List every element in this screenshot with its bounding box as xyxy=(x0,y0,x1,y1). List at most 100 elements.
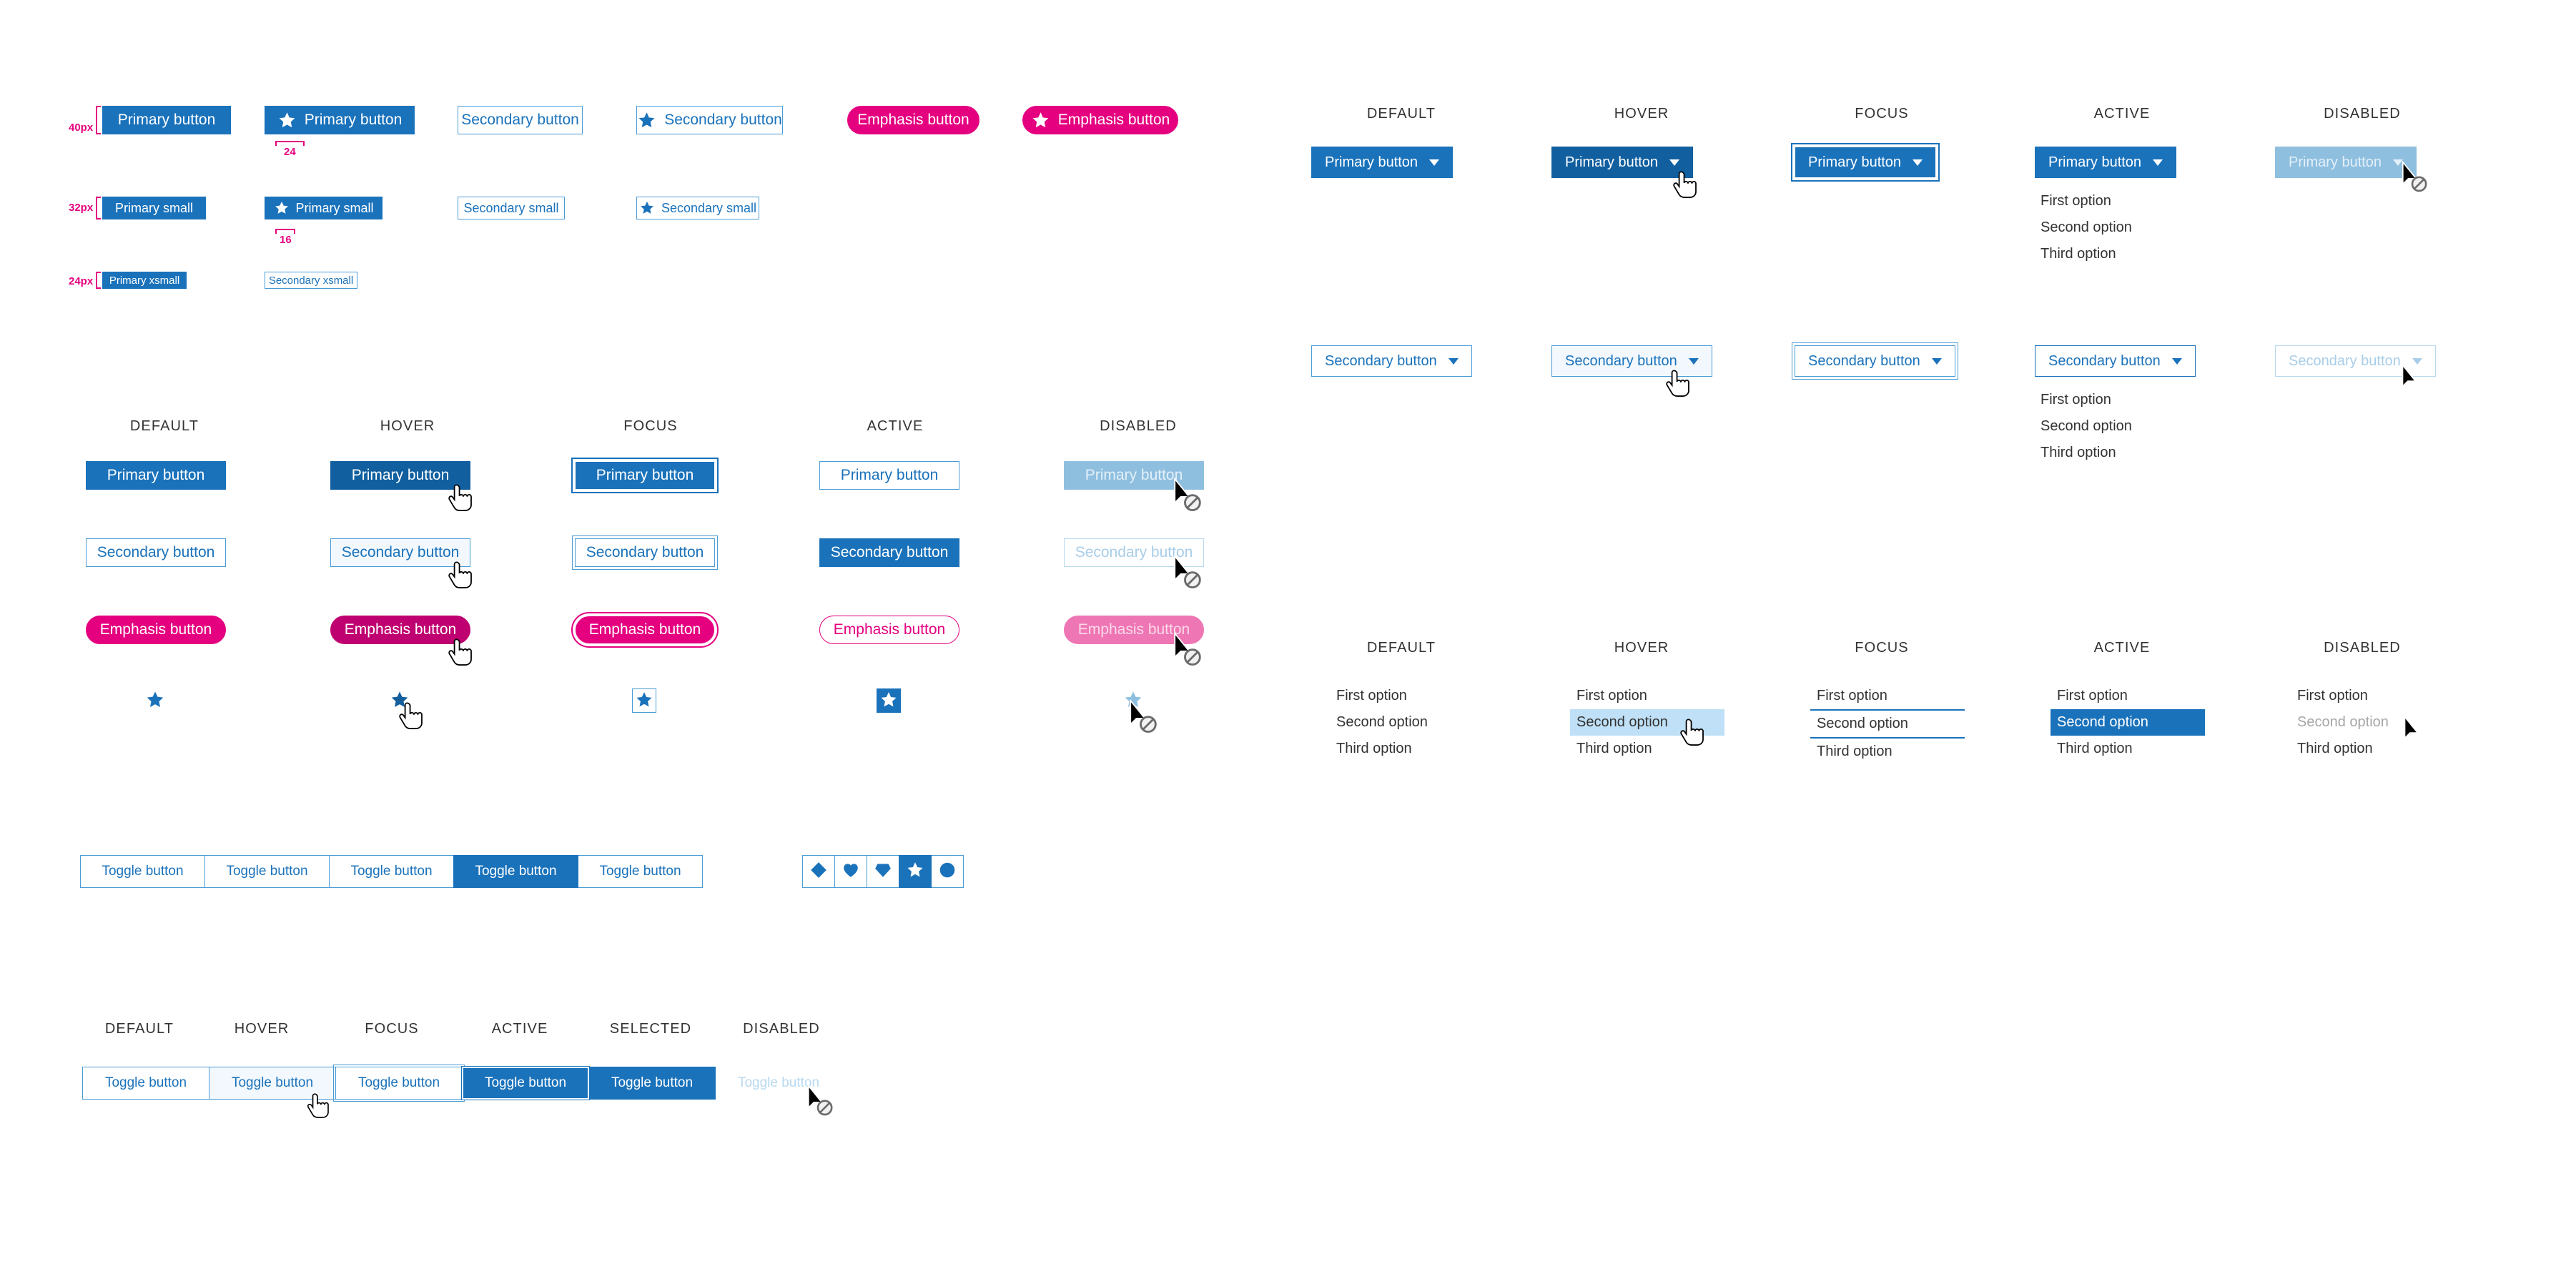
secondary-dropdown-focus[interactable]: Secondary button xyxy=(1792,342,1958,380)
option-second[interactable]: Second option xyxy=(2039,214,2193,241)
option-third[interactable]: Third option xyxy=(2051,736,2205,762)
star-icon-button-active[interactable] xyxy=(877,688,901,713)
primary-button-hover[interactable]: Primary button xyxy=(330,461,470,490)
secondary-dropdown-active-options[interactable]: First option Second option Third option xyxy=(2039,387,2193,466)
measure-bracket-24 xyxy=(96,272,101,289)
option-first[interactable]: First option xyxy=(2291,683,2445,709)
star-icon-button-hover[interactable] xyxy=(388,688,412,713)
secondary-button-focus-label: Secondary button xyxy=(586,544,704,561)
secondary-dropdown-focus-label: Secondary button xyxy=(1808,352,1920,369)
secondary-small-icon-label: Secondary small xyxy=(661,200,757,215)
toggle-button-3[interactable]: Toggle button xyxy=(329,855,454,888)
emphasis-button-focus[interactable]: Emphasis button xyxy=(571,612,719,648)
primary-dropdown-active[interactable]: Primary button xyxy=(2035,147,2177,178)
secondary-dropdown-disabled: Secondary button xyxy=(2275,345,2436,377)
caret-down-icon xyxy=(1931,357,1942,365)
secondary-button-active[interactable]: Secondary button xyxy=(819,538,959,567)
option-third[interactable]: Third option xyxy=(2039,241,2193,267)
secondary-button-40[interactable]: Secondary button xyxy=(458,106,583,134)
toggle-button-state-focus[interactable]: Toggle button xyxy=(333,1065,465,1102)
option-list-active[interactable]: First option Second option Third option xyxy=(2051,683,2205,762)
primary-button-focus[interactable]: Primary button xyxy=(571,458,719,493)
option-second[interactable]: Second option xyxy=(1570,709,1724,736)
option-third[interactable]: Third option xyxy=(1570,736,1724,762)
option-first[interactable]: First option xyxy=(2039,188,2193,214)
toggle-button-state-selected[interactable]: Toggle button xyxy=(588,1067,716,1100)
option-third[interactable]: Third option xyxy=(2039,440,2193,466)
option-first[interactable]: First option xyxy=(1330,683,1484,709)
secondary-xsmall[interactable]: Secondary xsmall xyxy=(265,272,357,289)
option-first[interactable]: First option xyxy=(1810,683,1965,709)
primary-xsmall[interactable]: Primary xsmall xyxy=(102,272,187,289)
toggle-button-state-active[interactable]: Toggle button xyxy=(461,1066,590,1100)
emphasis-button-active[interactable]: Emphasis button xyxy=(819,616,959,644)
icon-toggle-gem[interactable] xyxy=(867,855,899,888)
option-second[interactable]: Second option xyxy=(1330,709,1484,736)
star-icon-button-default[interactable] xyxy=(143,688,167,713)
toggle-state-header-focus: FOCUS xyxy=(365,1021,419,1037)
secondary-button-40-label: Secondary button xyxy=(461,112,579,128)
star-icon-button-focus[interactable] xyxy=(632,688,656,713)
secondary-dropdown-default[interactable]: Secondary button xyxy=(1311,345,1472,377)
toggle-button-state-selected-label: Toggle button xyxy=(611,1075,694,1090)
primary-dropdown-hover[interactable]: Primary button xyxy=(1551,147,1694,178)
star-icon xyxy=(145,690,165,712)
primary-dropdown-focus[interactable]: Primary button xyxy=(1790,143,1940,182)
option-third[interactable]: Third option xyxy=(2291,736,2445,762)
secondary-button-default[interactable]: Secondary button xyxy=(86,538,226,567)
option-first[interactable]: First option xyxy=(2051,683,2205,709)
icon-toggle-star[interactable] xyxy=(899,855,932,888)
toggle-button-state-group[interactable]: Toggle button Toggle button Toggle butto… xyxy=(82,1065,842,1102)
primary-button-default[interactable]: Primary button xyxy=(86,461,226,490)
icon-toggle-circle[interactable] xyxy=(931,855,964,888)
toggle-button-4[interactable]: Toggle button xyxy=(453,855,578,888)
primary-dropdown-active-options[interactable]: First option Second option Third option xyxy=(2039,188,2193,267)
toggle-button-state-default[interactable]: Toggle button xyxy=(82,1067,209,1100)
toggle-button-2-label: Toggle button xyxy=(226,864,308,879)
option-first[interactable]: First option xyxy=(2039,387,2193,413)
secondary-button-focus[interactable]: Secondary button xyxy=(572,535,718,570)
toggle-button-state-hover[interactable]: Toggle button xyxy=(209,1067,336,1100)
emphasis-button-40-label: Emphasis button xyxy=(857,112,969,128)
secondary-dropdown-active[interactable]: Secondary button xyxy=(2035,345,2196,377)
emphasis-button-40[interactable]: Emphasis button xyxy=(847,106,979,134)
secondary-button-40-icon[interactable]: Secondary button xyxy=(636,106,783,134)
option-second[interactable]: Second option xyxy=(2039,413,2193,440)
state-header-focus: FOCUS xyxy=(623,418,678,434)
secondary-small[interactable]: Secondary small xyxy=(458,197,565,219)
toggle-button-5[interactable]: Toggle button xyxy=(578,855,703,888)
icon-toggle-heart[interactable] xyxy=(834,855,867,888)
toggle-button-group[interactable]: Toggle button Toggle button Toggle butto… xyxy=(80,855,703,888)
icon-toggle-diamond[interactable] xyxy=(802,855,835,888)
emphasis-button-default[interactable]: Emphasis button xyxy=(86,616,226,644)
option-second[interactable]: Second option xyxy=(1810,709,1965,739)
circle-icon xyxy=(938,861,957,883)
emphasis-button-hover[interactable]: Emphasis button xyxy=(330,616,470,644)
primary-small[interactable]: Primary small xyxy=(102,197,206,219)
emphasis-button-40-icon[interactable]: Emphasis button xyxy=(1022,106,1178,134)
secondary-small-label: Secondary small xyxy=(463,200,559,215)
primary-dropdown-default[interactable]: Primary button xyxy=(1311,147,1454,178)
option-list-focus[interactable]: First option Second option Third option xyxy=(1810,683,1965,765)
toggle-button-1[interactable]: Toggle button xyxy=(80,855,205,888)
measure-bracket-32 xyxy=(96,197,101,219)
option-third[interactable]: Third option xyxy=(1810,739,1965,765)
option-state-header-focus: FOCUS xyxy=(1855,640,1909,656)
icon-toggle-group[interactable] xyxy=(802,855,964,888)
star-icon xyxy=(635,691,653,711)
primary-dropdown-hover-label: Primary button xyxy=(1565,154,1659,170)
secondary-dropdown-hover[interactable]: Secondary button xyxy=(1551,345,1712,377)
primary-button-active[interactable]: Primary button xyxy=(819,461,959,490)
secondary-button-hover[interactable]: Secondary button xyxy=(330,538,470,567)
primary-button-40-icon[interactable]: Primary button xyxy=(265,106,415,134)
option-list-default[interactable]: First option Second option Third option xyxy=(1330,683,1484,762)
primary-button-40[interactable]: Primary button xyxy=(102,106,231,134)
toggle-button-2[interactable]: Toggle button xyxy=(204,855,330,888)
primary-dropdown-focus-label: Primary button xyxy=(1808,154,1902,170)
option-second[interactable]: Second option xyxy=(2051,709,2205,736)
option-first[interactable]: First option xyxy=(1570,683,1724,709)
primary-small-icon[interactable]: Primary small xyxy=(265,197,383,219)
secondary-small-icon[interactable]: Secondary small xyxy=(636,197,759,219)
option-third[interactable]: Third option xyxy=(1330,736,1484,762)
option-list-hover[interactable]: First option Second option Third option xyxy=(1570,683,1724,762)
